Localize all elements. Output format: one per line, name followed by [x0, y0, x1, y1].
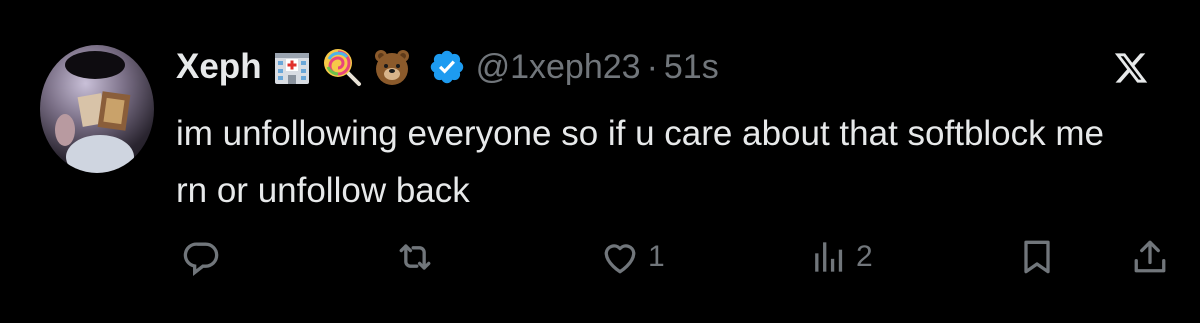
- repost-button[interactable]: [393, 232, 437, 282]
- views-count: 2: [856, 240, 873, 273]
- share-icon: [1128, 235, 1172, 279]
- avatar[interactable]: [40, 45, 154, 173]
- like-button[interactable]: 1: [598, 232, 665, 282]
- share-button[interactable]: [1128, 232, 1172, 282]
- repost-icon: [393, 235, 437, 279]
- views-button[interactable]: 2: [806, 232, 873, 282]
- reply-icon: [180, 235, 224, 279]
- lollipop-emoji: [322, 47, 362, 87]
- like-count: 1: [648, 240, 665, 273]
- heart-icon: [598, 235, 642, 279]
- post-text: im unfollowing everyone so if u care abo…: [176, 114, 1104, 210]
- verified-badge-icon[interactable]: [428, 48, 466, 86]
- author-name[interactable]: Xeph: [176, 47, 262, 87]
- bookmark-button[interactable]: [1015, 232, 1059, 282]
- post-timestamp[interactable]: 51s: [664, 48, 719, 87]
- bookmark-icon: [1015, 235, 1059, 279]
- action-bar: 1 2: [0, 232, 1200, 282]
- author-handle[interactable]: @1xeph23: [476, 48, 641, 87]
- views-bar-chart-icon: [806, 235, 850, 279]
- reply-button[interactable]: [180, 232, 224, 282]
- hospital-emoji: [272, 47, 312, 87]
- post-card[interactable]: Xeph @1xeph23 · 51s im unfollowing every…: [0, 0, 1200, 323]
- post-header: Xeph @1xeph23 · 51s: [176, 44, 719, 90]
- separator-dot: ·: [646, 47, 658, 86]
- bear-emoji: [372, 47, 412, 87]
- x-logo-icon: [1112, 50, 1150, 86]
